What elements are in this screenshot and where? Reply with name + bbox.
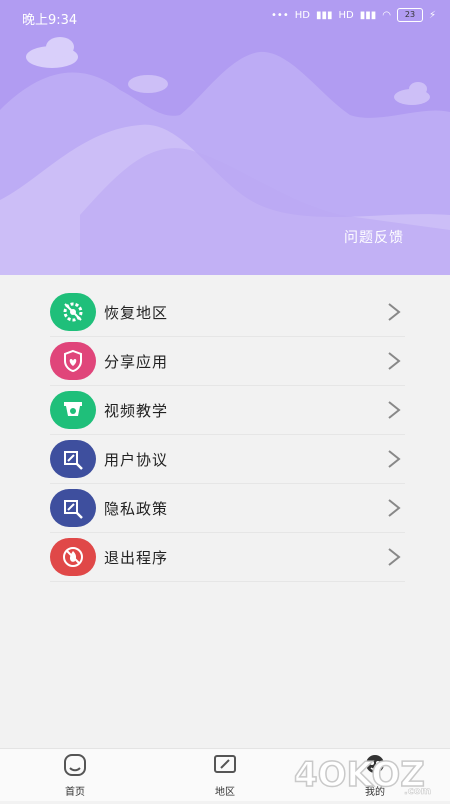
status-icons: ••• HD ▮▮▮ HD ▮▮▮ ◠ 23 ⚡ [271,8,436,22]
tab-label: 首页 [65,787,85,798]
wifi-icon: ◠ [382,9,391,21]
signal-icon-2: ▮▮▮ [359,9,377,21]
chevron-right-icon [388,352,401,370]
header-banner: 晚上9:34 ••• HD ▮▮▮ HD ▮▮▮ ◠ 23 ⚡ 问题反馈 [0,0,450,275]
menu-item-privacy-policy[interactable]: 隐私政策 [50,484,405,533]
menu-item-label: 用户协议 [104,450,169,469]
menu-item-label: 退出程序 [104,548,169,567]
settings-menu: 恢复地区 分享应用 视频教学 用户协议 隐私政策 退出程序 [50,288,405,582]
battery-icon: 23 [396,8,423,22]
menu-item-label: 视频教学 [104,401,169,420]
chevron-right-icon [388,499,401,517]
camera-icon [50,391,96,429]
map-pen-icon [214,755,236,773]
shield-heart-icon [50,342,96,380]
signal-label: HD [294,9,310,21]
menu-item-label: 隐私政策 [104,499,169,518]
battery-level: 23 [404,10,416,19]
home-icon [64,754,86,776]
menu-item-user-agreement[interactable]: 用户协议 [50,435,405,484]
status-time: 晚上9:34 [22,13,78,28]
signal-icon: ▮▮▮ [315,9,333,21]
menu-item-video-tutorial[interactable]: 视频教学 [50,386,405,435]
chevron-right-icon [388,450,401,468]
feedback-link[interactable]: 问题反馈 [344,227,404,247]
chevron-right-icon [388,303,401,321]
menu-item-label: 分享应用 [104,352,169,371]
chevron-right-icon [388,401,401,419]
document-search-icon [50,489,96,527]
chevron-right-icon [388,548,401,566]
charging-icon: ⚡ [428,9,436,21]
menu-item-label: 恢复地区 [104,303,169,322]
watermark-suffix: .com [404,786,431,797]
document-search-icon [50,440,96,478]
tab-home[interactable]: 首页 [45,753,105,798]
watermark-logo: 4OKOZ .com [293,748,444,800]
tab-region[interactable]: 地区 [195,753,255,798]
no-fire-icon [50,538,96,576]
menu-item-restore-region[interactable]: 恢复地区 [50,288,405,337]
menu-item-exit-app[interactable]: 退出程序 [50,533,405,582]
status-bar: 晚上9:34 ••• HD ▮▮▮ HD ▮▮▮ ◠ 23 ⚡ [0,0,450,34]
signal-label-2: HD [338,9,354,21]
more-dots-icon: ••• [271,9,289,21]
tab-label: 地区 [215,787,235,798]
menu-item-share-app[interactable]: 分享应用 [50,337,405,386]
settings-gear-icon [50,293,96,331]
